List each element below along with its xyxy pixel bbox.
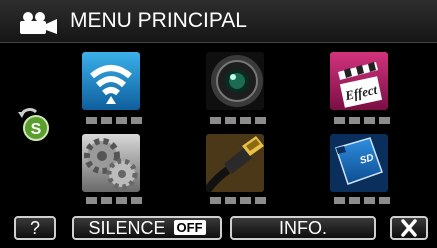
title-bar: MENU PRINCIPAL <box>0 0 437 43</box>
help-button-label: ? <box>29 218 40 238</box>
camera-menu-tile[interactable] <box>206 52 264 110</box>
movie-camera-icon <box>20 12 57 34</box>
info-button[interactable]: INFO. <box>230 216 376 240</box>
effect-tile-indicator <box>334 117 392 125</box>
camera-lens-icon <box>206 52 264 110</box>
gears-settings-icon <box>82 134 140 192</box>
help-button[interactable]: ? <box>14 216 56 240</box>
smartphone-connect-icon[interactable]: S <box>16 108 50 142</box>
connection-tile-indicator <box>210 197 268 205</box>
wifi-icon <box>82 52 140 110</box>
silence-button[interactable]: SILENCE OFF <box>72 216 222 240</box>
settings-menu-tile[interactable] <box>82 134 140 192</box>
connection-menu-tile[interactable] <box>206 134 264 192</box>
camera-tile-indicator <box>210 117 268 125</box>
sd-card-icon: SD <box>330 134 388 192</box>
wifi-tile-indicator <box>86 117 144 125</box>
info-button-label: INFO. <box>279 218 327 238</box>
close-button[interactable] <box>390 216 428 240</box>
page-title: MENU PRINCIPAL <box>70 9 247 32</box>
silence-button-label: SILENCE <box>88 218 166 238</box>
media-tile-indicator <box>334 197 392 205</box>
settings-tile-indicator <box>86 197 144 205</box>
effect-clapper-icon: Effect <box>330 52 388 110</box>
effect-menu-tile[interactable]: Effect <box>330 52 388 110</box>
silence-state-badge: OFF <box>173 220 206 235</box>
wifi-menu-tile[interactable] <box>82 52 140 110</box>
media-menu-tile[interactable]: SD <box>330 134 388 192</box>
close-x-icon <box>401 219 417 237</box>
side-badge-letter: S <box>31 121 42 138</box>
hdmi-cable-icon <box>206 134 264 192</box>
